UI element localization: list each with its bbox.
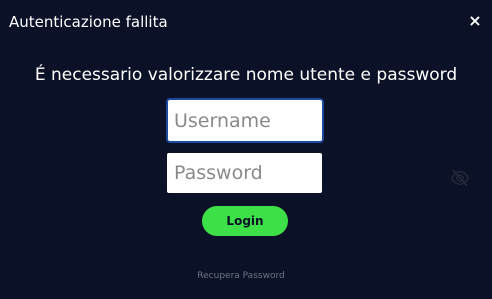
auth-failed-dialog: Autenticazione fallita × É necessario va… bbox=[0, 0, 492, 299]
close-icon[interactable]: × bbox=[467, 10, 483, 30]
username-input[interactable] bbox=[166, 98, 324, 143]
password-input[interactable] bbox=[167, 153, 322, 193]
eye-slash-icon[interactable] bbox=[450, 168, 470, 188]
login-button[interactable]: Login bbox=[202, 206, 288, 236]
dialog-title: Autenticazione fallita bbox=[9, 13, 168, 31]
error-message: É necessario valorizzare nome utente e p… bbox=[34, 65, 458, 85]
recover-password-link[interactable]: Recupera Password bbox=[0, 271, 482, 281]
